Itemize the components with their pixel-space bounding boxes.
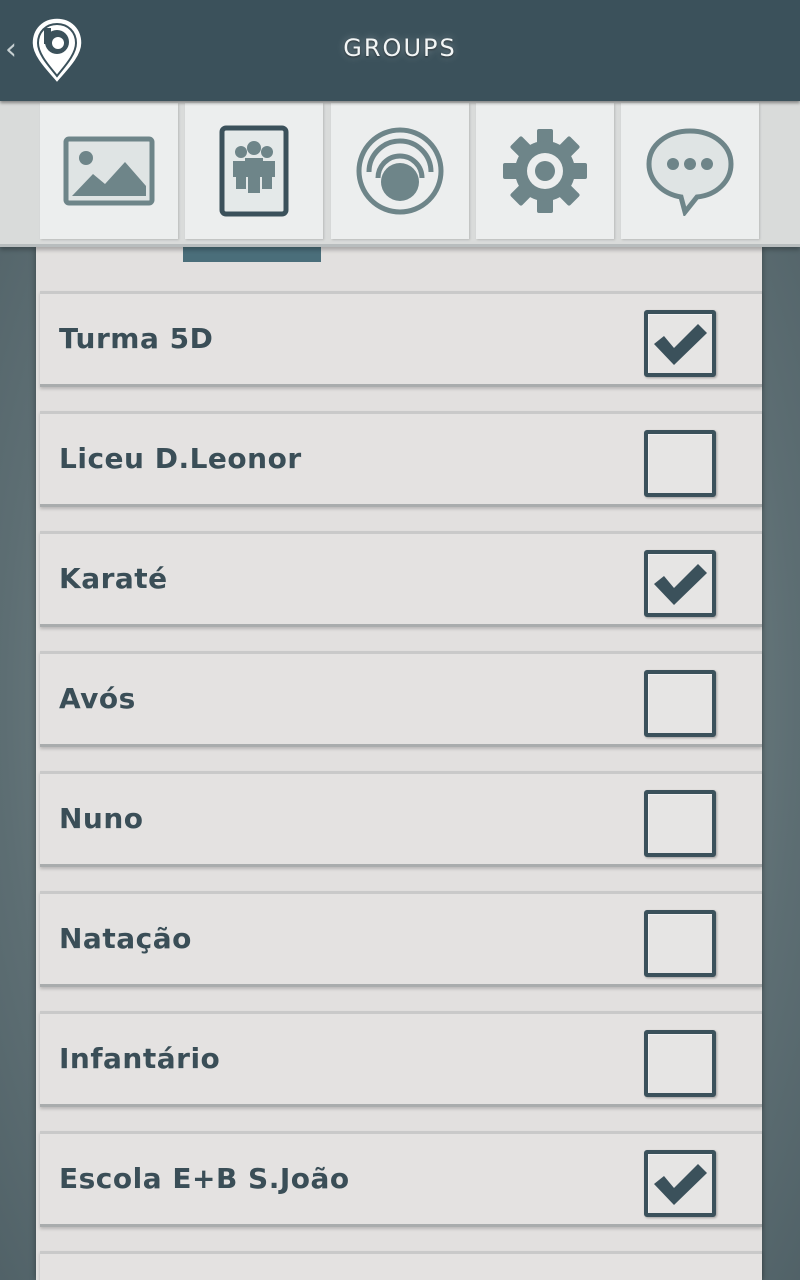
checkmark-icon <box>654 1163 707 1205</box>
group-label: Avós <box>59 682 136 715</box>
groups-icon <box>219 125 289 217</box>
list-item[interactable]: Karaté <box>40 531 762 627</box>
group-label: Infantário <box>59 1042 221 1075</box>
image-icon <box>63 136 155 206</box>
list-item-partial[interactable] <box>40 1251 762 1280</box>
list-item[interactable]: Avós <box>40 651 762 747</box>
group-checkbox[interactable] <box>644 310 716 377</box>
tab-messages[interactable] <box>621 103 759 239</box>
gear-icon <box>503 129 587 213</box>
checkmark-icon <box>654 563 707 605</box>
chat-bubble-icon <box>646 128 734 216</box>
group-checkbox[interactable] <box>644 910 716 977</box>
checkmark-icon <box>654 323 707 365</box>
tab-settings[interactable] <box>476 103 614 239</box>
toolbar <box>0 101 800 247</box>
list-item[interactable]: Escola E+B S.João <box>40 1131 762 1227</box>
tab-signal[interactable] <box>331 103 469 239</box>
group-checkbox[interactable] <box>644 430 716 497</box>
group-checkbox[interactable] <box>644 1030 716 1097</box>
list-item[interactable]: Infantário <box>40 1011 762 1107</box>
group-checkbox[interactable] <box>644 1150 716 1217</box>
groups-panel: Turma 5D Liceu D.Leonor Karaté Avós Nuno… <box>36 247 762 1280</box>
group-label: Nuno <box>59 802 144 835</box>
list-item[interactable]: Liceu D.Leonor <box>40 411 762 507</box>
group-label: Liceu D.Leonor <box>59 442 302 475</box>
tab-gallery[interactable] <box>40 103 178 239</box>
tab-groups[interactable] <box>185 103 323 239</box>
app-header: ‹ GROUPS <box>0 0 800 101</box>
list-item[interactable]: Natação <box>40 891 762 987</box>
group-checkbox[interactable] <box>644 790 716 857</box>
list-item[interactable]: Nuno <box>40 771 762 867</box>
list-item[interactable]: Turma 5D <box>40 291 762 387</box>
group-label: Escola E+B S.João <box>59 1162 350 1195</box>
group-label: Natação <box>59 922 192 955</box>
group-checkbox[interactable] <box>644 550 716 617</box>
group-checkbox[interactable] <box>644 670 716 737</box>
signal-icon <box>356 127 444 215</box>
page-title: GROUPS <box>343 34 457 62</box>
group-label: Turma 5D <box>59 322 214 355</box>
group-label: Karaté <box>59 562 168 595</box>
